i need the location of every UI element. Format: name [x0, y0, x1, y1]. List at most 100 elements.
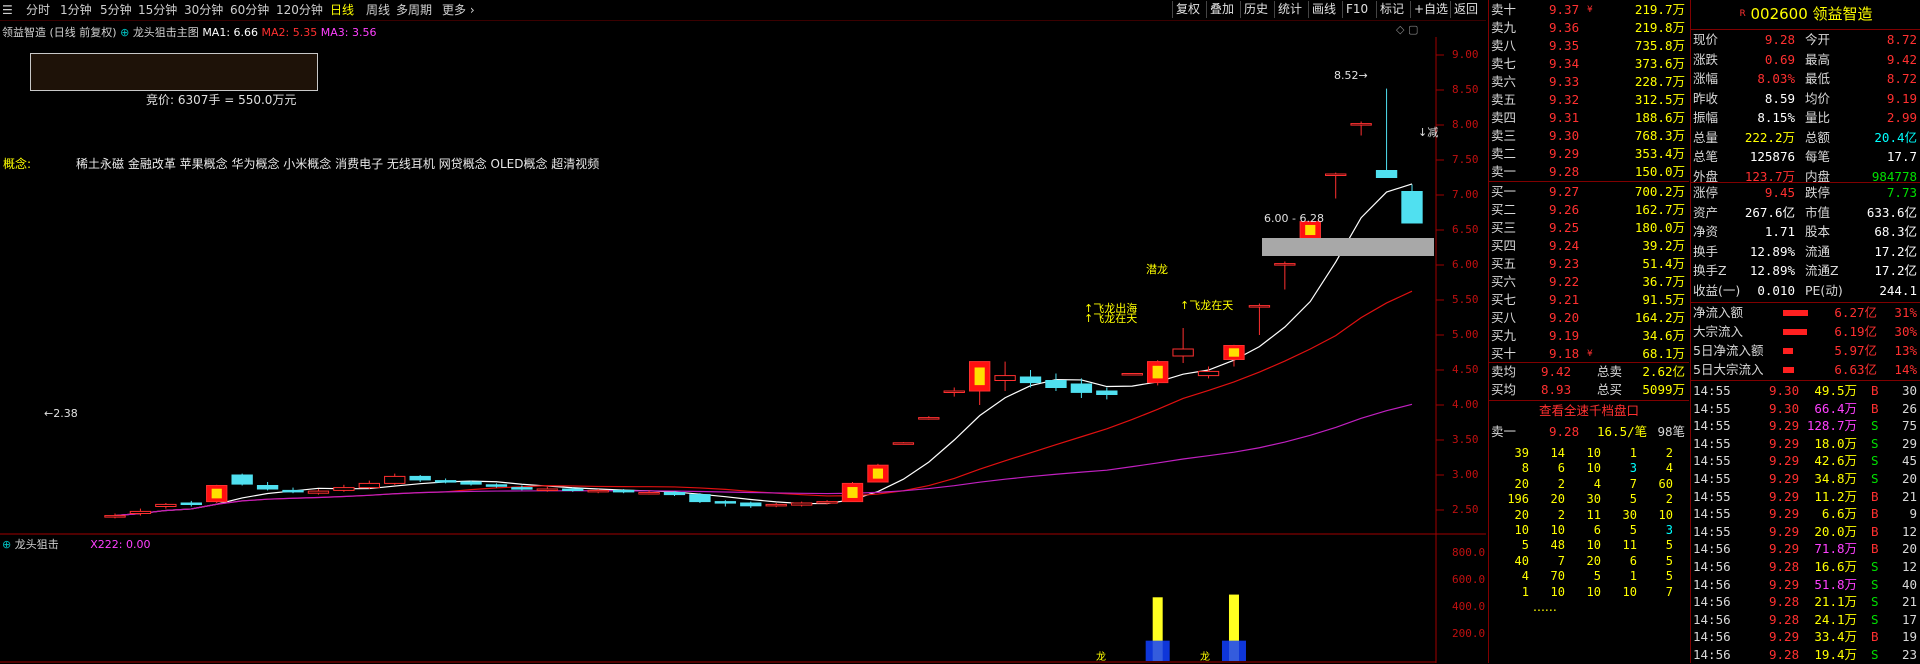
- candle[interactable]: [358, 480, 380, 489]
- candle[interactable]: [155, 503, 177, 509]
- tick-side: S: [1871, 559, 1879, 574]
- add-watchlist-button[interactable]: +自选: [1410, 1, 1451, 18]
- candle[interactable]: [968, 361, 991, 405]
- candle[interactable]: [1172, 328, 1194, 363]
- bid-level[interactable]: 买三 9.25 180.0万: [1491, 219, 1687, 237]
- tick-row: 14:56 9.29 51.8万 S 40: [1693, 576, 1919, 594]
- stat-value: 20.4亿: [1874, 129, 1917, 145]
- candle[interactable]: [994, 361, 1016, 391]
- candle[interactable]: [740, 501, 762, 508]
- menu-toggle-icon[interactable]: ☰: [2, 2, 16, 18]
- tick-side: B: [1871, 383, 1879, 398]
- candle[interactable]: [282, 487, 304, 494]
- f10-button[interactable]: F10: [1342, 1, 1371, 18]
- candle[interactable]: [918, 416, 940, 420]
- bid-level[interactable]: 买一 9.27 700.2万: [1491, 183, 1687, 201]
- candle[interactable]: [943, 387, 965, 397]
- candle[interactable]: [333, 484, 355, 492]
- history-button[interactable]: 历史: [1240, 1, 1271, 18]
- ask-level[interactable]: 卖五 9.32 312.5万: [1491, 91, 1687, 109]
- candle[interactable]: [1096, 387, 1118, 400]
- tick-count: 75: [1901, 418, 1917, 434]
- tab-period-fenshi[interactable]: 分时: [26, 2, 50, 18]
- tab-period-60min[interactable]: 60分钟: [230, 2, 269, 18]
- overlay-button[interactable]: 叠加: [1206, 1, 1237, 18]
- bid-level[interactable]: 买八 9.20 164.2万: [1491, 309, 1687, 327]
- tab-period-5min[interactable]: 5分钟: [100, 2, 132, 18]
- candle[interactable]: [867, 463, 889, 483]
- ask-level[interactable]: 卖四 9.31 188.6万: [1491, 109, 1687, 127]
- tab-period-weekly[interactable]: 周线: [366, 2, 390, 18]
- sub-indicator-name[interactable]: 龙头狙击: [15, 538, 59, 551]
- ask-level[interactable]: 卖十 9.37 ¥219.7万: [1491, 1, 1687, 19]
- draw-button[interactable]: 画线: [1308, 1, 1339, 18]
- ask-level[interactable]: 卖八 9.35 735.8万: [1491, 37, 1687, 55]
- ask-level[interactable]: 卖一 9.28 150.0万: [1491, 163, 1687, 181]
- sub-toggle-icon[interactable]: ⊕: [2, 538, 11, 551]
- candle[interactable]: [689, 493, 711, 503]
- tab-period-multi[interactable]: 多周期: [396, 2, 432, 18]
- stat-value: 1.71: [1764, 224, 1795, 239]
- bid-level[interactable]: 买十 9.18 ¥68.1万: [1491, 345, 1687, 363]
- candle[interactable]: [1401, 184, 1423, 224]
- stats-button[interactable]: 统计: [1274, 1, 1305, 18]
- candle[interactable]: [714, 500, 737, 507]
- bid-level[interactable]: 买六 9.22 36.7万: [1491, 273, 1687, 291]
- depth-more[interactable]: ......: [1533, 598, 1557, 616]
- candle[interactable]: [1350, 121, 1372, 136]
- ask-level[interactable]: 卖九 9.36 219.8万: [1491, 19, 1687, 37]
- tab-period-120min[interactable]: 120分钟: [276, 2, 323, 18]
- mark-button[interactable]: 标记: [1376, 1, 1407, 18]
- tab-period-more[interactable]: 更多 ›: [442, 2, 475, 18]
- candle[interactable]: [1045, 373, 1067, 392]
- tab-period-daily[interactable]: 日线: [330, 2, 354, 18]
- depth-cell: 1: [1521, 584, 1529, 599]
- tick-price: 9.29: [1769, 523, 1800, 539]
- full-depth-link[interactable]: 查看全速千档盘口: [1489, 402, 1689, 420]
- bid-level[interactable]: 买七 9.21 91.5万: [1491, 291, 1687, 309]
- ask-level[interactable]: 卖三 9.30 768.3万: [1491, 127, 1687, 145]
- stat-label: 资产: [1693, 204, 1719, 220]
- tab-period-1min[interactable]: 1分钟: [60, 2, 92, 18]
- concept-label: 概念:: [3, 157, 32, 171]
- tick-price: 9.29: [1769, 471, 1800, 486]
- tab-period-30min[interactable]: 30分钟: [184, 2, 223, 18]
- candle[interactable]: [1197, 366, 1220, 379]
- candle[interactable]: [1248, 303, 1271, 336]
- candle[interactable]: [409, 475, 431, 482]
- adjust-button[interactable]: 复权: [1172, 1, 1203, 18]
- bid-level[interactable]: 买五 9.23 51.4万: [1491, 255, 1687, 273]
- bid-level[interactable]: 买四 9.24 39.2万: [1491, 237, 1687, 255]
- candle[interactable]: [765, 503, 787, 508]
- candle[interactable]: [1375, 88, 1398, 178]
- candle[interactable]: [1325, 172, 1347, 199]
- bid-level[interactable]: 买二 9.26 162.7万: [1491, 201, 1687, 219]
- stat-value: 12.89%: [1749, 263, 1795, 278]
- candle[interactable]: [206, 484, 228, 503]
- candle[interactable]: [1121, 373, 1143, 376]
- candle[interactable]: [307, 489, 330, 495]
- tick-row: 14:56 9.28 16.6万 S 12: [1693, 558, 1919, 576]
- candle[interactable]: [104, 513, 126, 519]
- candle[interactable]: [384, 473, 406, 485]
- candle[interactable]: [892, 442, 915, 445]
- candle[interactable]: [180, 500, 202, 507]
- candle[interactable]: [256, 482, 279, 491]
- stat-label: 最低: [1805, 71, 1831, 86]
- candle[interactable]: [231, 473, 253, 486]
- candle[interactable]: [1147, 360, 1169, 386]
- kline-chart-panel[interactable]: 领益智造 (日线 前复权) ⊕ 龙头狙击主图 MA1: 6.66 MA2: 5.…: [0, 21, 1486, 663]
- candle[interactable]: [841, 482, 864, 503]
- tab-period-15min[interactable]: 15分钟: [138, 2, 177, 18]
- depth-head-per: 16.5/笔: [1597, 424, 1648, 439]
- candle[interactable]: [790, 501, 813, 507]
- ask-level[interactable]: 卖七 9.34 373.6万: [1491, 55, 1687, 73]
- bid-level[interactable]: 买九 9.19 34.6万: [1491, 327, 1687, 345]
- ask-level[interactable]: 卖二 9.29 353.4万: [1491, 145, 1687, 163]
- candle[interactable]: [1019, 370, 1042, 388]
- tick-price: 9.28: [1769, 611, 1800, 627]
- stat-label: 涨跌: [1693, 51, 1719, 67]
- candle[interactable]: [1274, 261, 1296, 290]
- ask-level[interactable]: 卖六 9.33 228.7万: [1491, 73, 1687, 91]
- back-button[interactable]: 返回: [1450, 1, 1481, 18]
